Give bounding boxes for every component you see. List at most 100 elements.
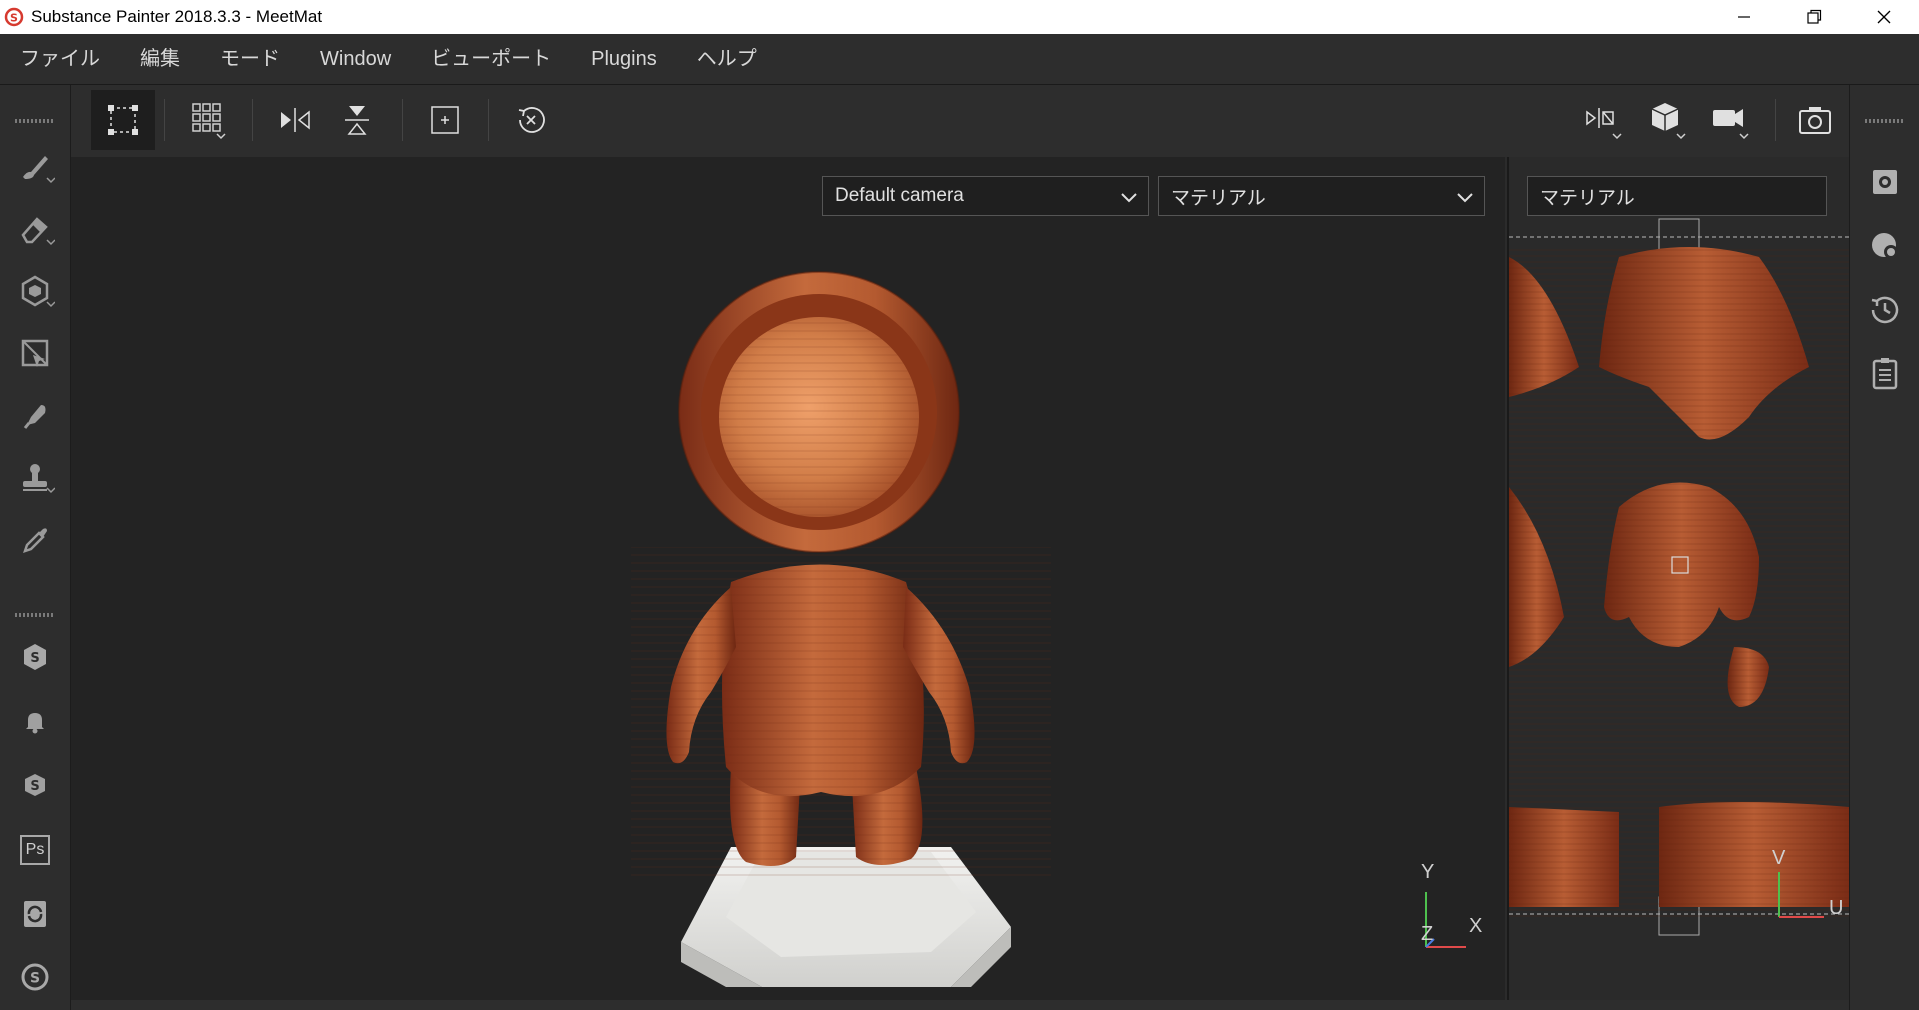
sync-button[interactable] (13, 891, 57, 935)
log-panel-button[interactable] (1863, 352, 1907, 396)
smudge-icon (23, 405, 46, 429)
channel-select-3d[interactable]: マテリアル (1158, 176, 1485, 216)
smudge-tool-button[interactable] (13, 393, 57, 437)
grid-view-icon (192, 103, 226, 140)
environment-icon (1872, 233, 1898, 259)
history-panel-button[interactable] (1863, 288, 1907, 332)
close-button[interactable] (1849, 0, 1919, 34)
substance-source-icon: S (25, 774, 45, 796)
menu-help[interactable]: ヘルプ (677, 34, 777, 85)
menu-viewport[interactable]: ビューポート (411, 34, 571, 85)
substance-logo-button[interactable]: S (13, 955, 57, 999)
channel-select-3d-value: マテリアル (1171, 187, 1266, 209)
photoshop-export-button[interactable]: Ps (13, 828, 57, 872)
camera-button[interactable] (1698, 90, 1762, 150)
screenshot-button[interactable] (1783, 90, 1847, 150)
toolbar-grip[interactable] (15, 119, 55, 123)
reset-button[interactable] (499, 90, 563, 150)
history-icon (1871, 296, 1899, 324)
photoshop-label: Ps (25, 841, 45, 858)
fit-center-icon (431, 106, 459, 134)
svg-text:S: S (10, 12, 18, 25)
chevron-down-icon (1121, 193, 1137, 203)
polygon-fill-icon (21, 339, 49, 367)
chevron-down-icon (1457, 193, 1473, 203)
close-icon (1877, 10, 1891, 24)
log-icon (1872, 358, 1898, 390)
channel-select-2d-value: マテリアル (1540, 187, 1635, 209)
environment-panel-button[interactable] (1863, 224, 1907, 268)
viewport-toolbar (71, 85, 1849, 157)
split-view-button[interactable] (1571, 90, 1635, 150)
menu-plugins[interactable]: Plugins (571, 34, 677, 85)
viewport-3d[interactable]: Default camera マテリアル Y Z X (71, 157, 1505, 1000)
settings-panel-button[interactable] (1863, 160, 1907, 204)
axis-u-label: U (1829, 897, 1844, 919)
paint-tool-button[interactable] (13, 145, 57, 189)
substance-source-button[interactable]: S (13, 763, 57, 807)
menu-file[interactable]: ファイル (0, 34, 120, 85)
status-strip (71, 1000, 1849, 1010)
minimize-button[interactable] (1709, 0, 1779, 34)
sync-icon (24, 901, 46, 927)
axis-z-label: Z (1421, 923, 1434, 945)
split-view-icon (1586, 108, 1622, 140)
camera-select-value: Default camera (835, 185, 964, 206)
menu-edit[interactable]: 編集 (120, 34, 200, 85)
substance-share-icon: S (24, 644, 46, 670)
frame-select-button[interactable] (91, 90, 155, 150)
clone-tool-button[interactable] (13, 455, 57, 499)
menu-window[interactable]: Window (300, 34, 411, 85)
photoshop-icon: Ps (20, 835, 50, 865)
symmetry-y-button[interactable] (325, 90, 389, 150)
color-picker-icon (23, 528, 47, 553)
uv-layout[interactable] (1509, 217, 1849, 937)
minimize-icon (1738, 16, 1750, 18)
left-toolbar: S S Ps S (0, 85, 71, 1010)
grid-view-button[interactable] (177, 90, 241, 150)
svg-text:S: S (30, 779, 39, 794)
axis-gizmo (1425, 892, 1466, 948)
menu-bar: ファイル 編集 モード Window ビューポート Plugins ヘルプ (0, 34, 1919, 85)
axis-v-label: V (1772, 847, 1786, 869)
symmetry-y-icon (345, 106, 369, 135)
toolbar-grip-2[interactable] (15, 613, 55, 617)
substance-logo-icon: S (21, 963, 49, 991)
screenshot-icon (1799, 107, 1831, 134)
eraser-icon (21, 217, 55, 246)
fit-center-button[interactable] (413, 90, 477, 150)
notifications-button[interactable] (13, 699, 57, 743)
clone-stamp-icon (23, 464, 55, 494)
window-title: Substance Painter 2018.3.3 - MeetMat (31, 7, 323, 26)
frame-select-icon (108, 105, 138, 135)
title-bar: S Substance Painter 2018.3.3 - MeetMat (0, 0, 1919, 34)
symmetry-x-icon (281, 108, 310, 132)
axis-x-label: X (1469, 915, 1483, 937)
camera-icon (1713, 109, 1749, 140)
right-grip[interactable] (1865, 119, 1905, 123)
projection-icon (21, 275, 55, 308)
settings-icon (1873, 170, 1897, 194)
axis-y-label: Y (1421, 861, 1435, 883)
restore-icon (1807, 9, 1822, 24)
polygon-fill-tool-button[interactable] (13, 331, 57, 375)
svg-text:S: S (30, 651, 39, 666)
substance-share-button[interactable]: S (13, 635, 57, 679)
symmetry-x-button[interactable] (263, 90, 327, 150)
restore-button[interactable] (1779, 0, 1849, 34)
viewport-2d[interactable]: マテリアル V U (1507, 157, 1849, 1000)
camera-select[interactable]: Default camera (822, 176, 1149, 216)
menu-mode[interactable]: モード (200, 34, 300, 85)
cube-view-button[interactable] (1635, 90, 1699, 150)
substance-painter-logo-icon: S (4, 7, 24, 27)
projection-tool-button[interactable] (13, 269, 57, 313)
3d-mesh-mannequin[interactable] (631, 247, 1051, 987)
paint-brush-icon (23, 156, 55, 184)
right-panel-bar (1849, 85, 1919, 1010)
eraser-tool-button[interactable] (13, 207, 57, 251)
color-picker-button[interactable] (13, 517, 57, 561)
cube-view-icon (1651, 103, 1686, 140)
channel-select-2d[interactable]: マテリアル (1527, 176, 1827, 216)
reset-icon (518, 107, 545, 133)
svg-text:S: S (30, 971, 40, 987)
